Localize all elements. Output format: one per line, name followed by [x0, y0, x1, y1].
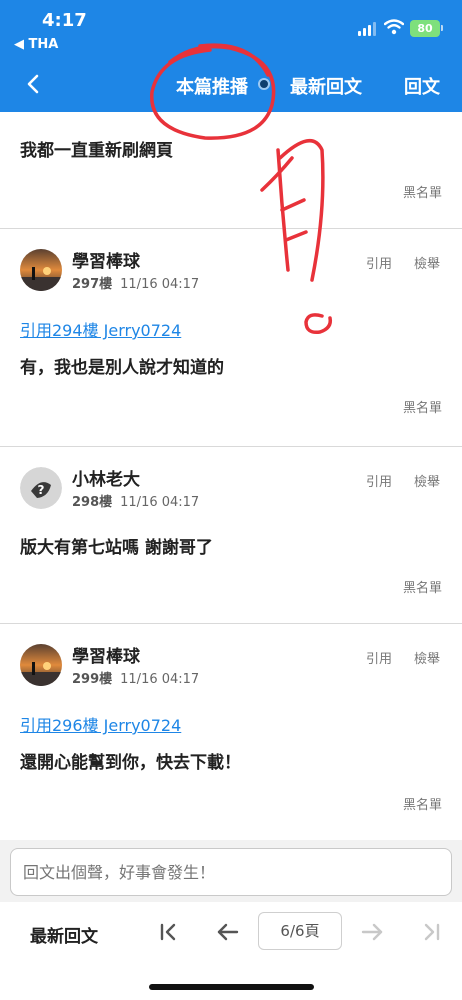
post-datetime: 11/16 04:17 [120, 672, 200, 687]
post-meta: 297樓 11/16 04:17 [72, 273, 199, 292]
reply-input[interactable] [10, 848, 452, 896]
report-button[interactable]: 檢舉 [414, 471, 440, 490]
svg-text:?: ? [38, 483, 45, 497]
blacklist-button[interactable]: 黑名單 [403, 577, 442, 596]
battery-tip [441, 25, 443, 31]
list-item: ? 小林老大 298樓 11/16 04:17 引用 檢舉 版大有第七站嗎 謝謝哥… [0, 447, 462, 624]
post-datetime: 11/16 04:17 [120, 495, 200, 510]
post-body: 我都一直重新刷網頁 [20, 141, 173, 161]
status-time: 4:17 [42, 10, 87, 31]
list-item: 學習棒球 299樓 11/16 04:17 引用 檢舉 引用296樓 Jerry0… [0, 624, 462, 840]
report-button[interactable]: 檢舉 [414, 648, 440, 667]
status-bar: 4:17 ◀ THA 80 [0, 0, 462, 60]
quote-button[interactable]: 引用 [366, 648, 392, 667]
post-meta: 298樓 11/16 04:17 [72, 491, 199, 510]
sunset-avatar-icon [20, 644, 62, 686]
push-notification-toggle-label[interactable]: 本篇推播 [176, 73, 248, 99]
default-avatar-icon: ? [20, 467, 62, 509]
nav-bar: 本篇推播 最新回文 回文 [0, 60, 462, 110]
battery-icon: 80 [410, 20, 440, 37]
first-page-icon[interactable] [154, 918, 182, 946]
report-button[interactable]: 檢舉 [414, 253, 440, 272]
sunset-avatar-icon [20, 249, 62, 291]
list-item: 學習棒球 297樓 11/16 04:17 引用 檢舉 引用294樓 Jerry0… [0, 229, 462, 447]
floor-number: 297樓 [72, 277, 113, 292]
post-list: 我都一直重新刷網頁 黑名單 學習棒球 297樓 11/16 04:17 引用 檢舉… [0, 112, 462, 840]
latest-replies-button[interactable]: 最新回文 [290, 73, 362, 99]
previous-page-icon[interactable] [214, 918, 242, 946]
post-meta: 299樓 11/16 04:17 [72, 668, 199, 687]
blacklist-button[interactable]: 黑名單 [403, 182, 442, 201]
back-arrow-icon[interactable] [20, 70, 48, 98]
avatar[interactable]: ? [20, 467, 62, 509]
floor-number: 299樓 [72, 672, 113, 687]
post-datetime: 11/16 04:17 [120, 277, 200, 292]
quoted-post-link[interactable]: 引用294樓 Jerry0724 [20, 317, 181, 341]
author-name[interactable]: 學習棒球 [72, 642, 140, 667]
wifi-icon [384, 19, 404, 35]
page-selector[interactable]: 6/6頁 [258, 912, 342, 950]
reply-bar [0, 840, 462, 902]
post-body: 版大有第七站嗎 謝謝哥了 [20, 538, 213, 558]
last-page-icon[interactable] [418, 918, 446, 946]
pager: 最新回文 6/6頁 [0, 902, 462, 962]
next-page-icon[interactable] [358, 918, 386, 946]
blacklist-button[interactable]: 黑名單 [403, 397, 442, 416]
push-toggle-dot[interactable] [258, 78, 270, 90]
blacklist-button[interactable]: 黑名單 [403, 794, 442, 813]
back-to-app-link[interactable]: ◀ THA [14, 37, 58, 52]
avatar[interactable] [20, 644, 62, 686]
author-name[interactable]: 小林老大 [72, 465, 140, 490]
latest-replies-link[interactable]: 最新回文 [30, 922, 98, 947]
author-name[interactable]: 學習棒球 [72, 247, 140, 272]
header: 4:17 ◀ THA 80 本篇推播 最新回文 回文 [0, 0, 462, 112]
quote-button[interactable]: 引用 [366, 471, 392, 490]
post-body: 還開心能幫到你，快去下載！ [20, 753, 241, 773]
avatar[interactable] [20, 249, 62, 291]
list-item: 我都一直重新刷網頁 黑名單 [0, 112, 462, 229]
quoted-post-link[interactable]: 引用296樓 Jerry0724 [20, 712, 181, 736]
reply-button[interactable]: 回文 [404, 73, 440, 99]
post-body: 有，我也是別人說才知道的 [20, 358, 224, 378]
home-indicator [149, 984, 314, 990]
quote-button[interactable]: 引用 [366, 253, 392, 272]
cellular-signal-icon [358, 22, 378, 36]
floor-number: 298樓 [72, 495, 113, 510]
